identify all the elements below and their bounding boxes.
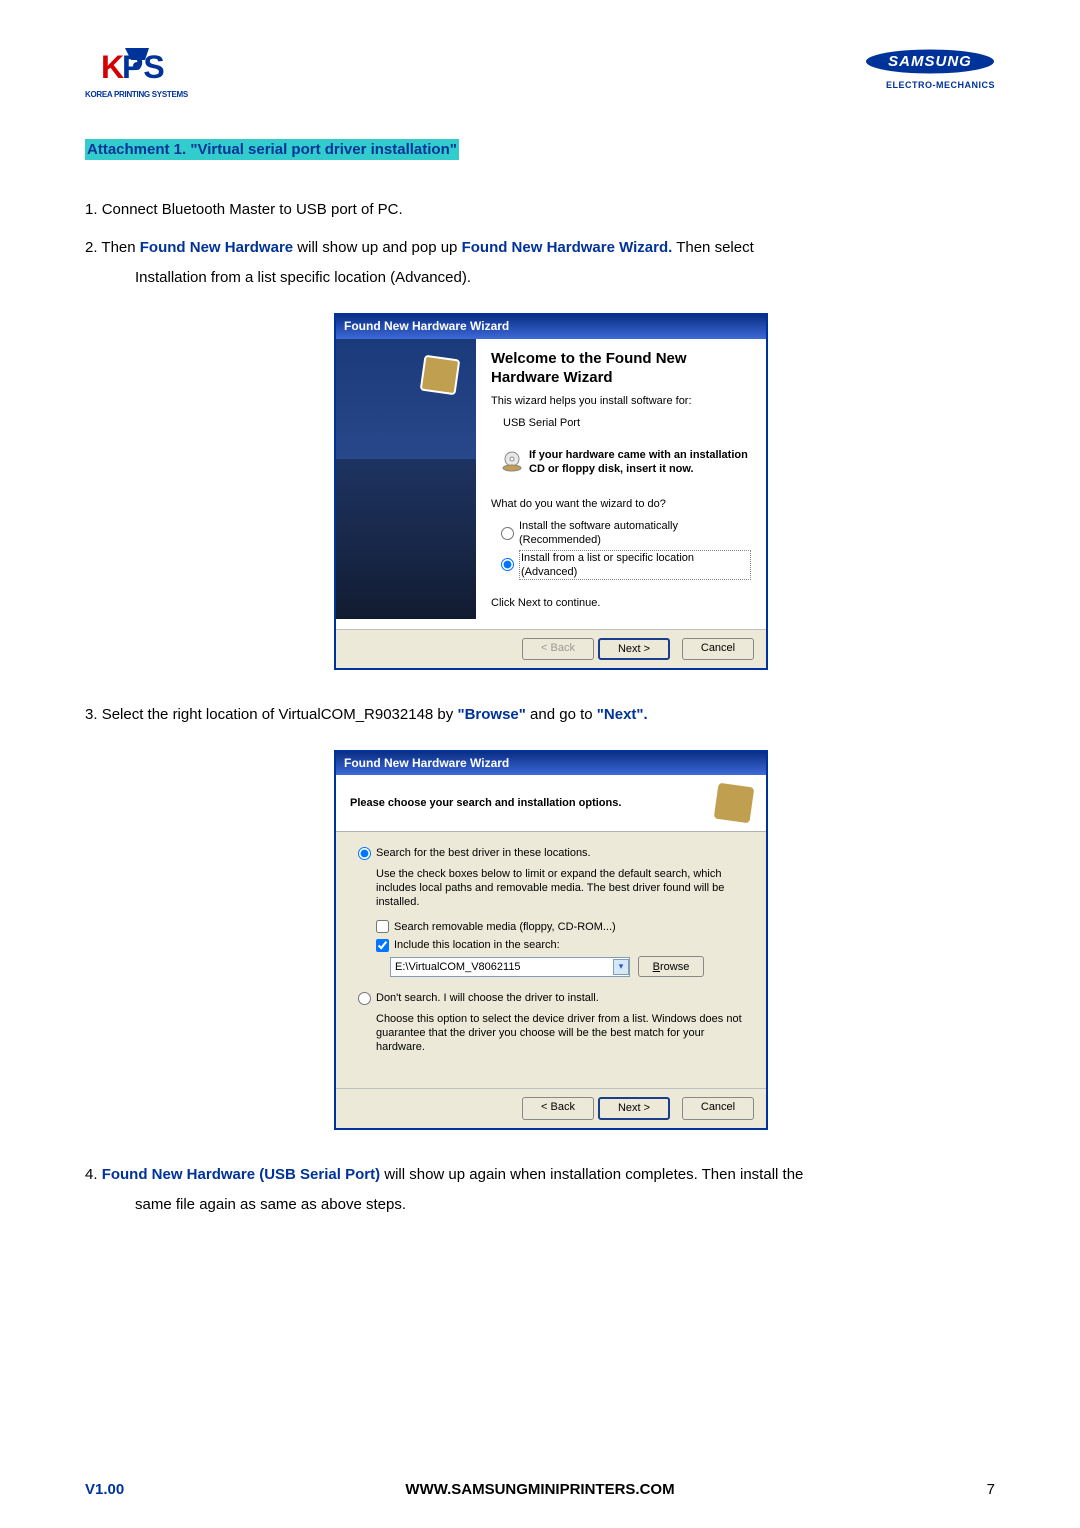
wizard-2-chip-icon	[714, 783, 755, 824]
wizard-1-helps-text: This wizard helps you install software f…	[491, 394, 751, 408]
step-4: 4. Found New Hardware (USB Serial Port) …	[85, 1160, 995, 1220]
wizard-1-device-name: USB Serial Port	[491, 416, 751, 430]
step-1: 1. Connect Bluetooth Master to USB port …	[85, 195, 995, 225]
radio-advanced-input[interactable]	[501, 558, 514, 571]
wizard-2-browse-button[interactable]: Browse	[638, 956, 704, 977]
samsung-logo: SAMSUNG ELECTRO-MECHANICS	[865, 49, 995, 90]
wizard-1-cd-note: If your hardware came with an installati…	[491, 448, 751, 477]
step-3: 3. Select the right location of VirtualC…	[85, 700, 995, 1130]
wizard-2-check-include[interactable]: Include this location in the search:	[358, 938, 744, 952]
wizard-2: Found New Hardware Wizard Please choose …	[334, 750, 768, 1130]
wizard-2-cancel-button[interactable]: Cancel	[682, 1097, 754, 1119]
wizard-1-radio-advanced[interactable]: Install from a list or specific location…	[491, 550, 751, 581]
wizard-2-search-desc: Use the check boxes below to limit or ex…	[358, 867, 744, 910]
wizard-1-question: What do you want the wizard to do?	[491, 497, 751, 511]
wizard-2-dont-desc: Choose this option to select the device …	[358, 1012, 744, 1055]
cd-icon	[501, 450, 523, 472]
wizard-2-radio-dont-search[interactable]: Don't search. I will choose the driver t…	[358, 991, 744, 1005]
kps-logo: K PS KOREA PRINTING SYSTEMS	[85, 40, 188, 99]
radio-search-input[interactable]	[358, 847, 371, 860]
wizard-1-heading: Welcome to the Found New Hardware Wizard	[491, 349, 751, 388]
page-footer: V1.00 WWW.SAMSUNGMINIPRINTERS.COM 7	[85, 1481, 995, 1498]
wizard-1-click-next: Click Next to continue.	[491, 596, 751, 610]
version-text: V1.00	[85, 1481, 124, 1498]
checkbox-media[interactable]	[376, 920, 389, 933]
wizard-1-radio-auto[interactable]: Install the software automatically (Reco…	[491, 519, 751, 548]
wizard-1-title: Found New Hardware Wizard	[336, 315, 766, 339]
wizard-2-header-text: Please choose your search and installati…	[350, 796, 621, 810]
wizard-1-back-button: < Back	[522, 638, 594, 660]
wizard-1-next-button[interactable]: Next >	[598, 638, 670, 660]
attachment-title: Attachment 1. "Virtual serial port drive…	[85, 139, 459, 160]
kps-logo-text: KOREA PRINTING SYSTEMS	[85, 90, 188, 99]
wizard-2-path-input[interactable]	[390, 957, 630, 977]
samsung-logo-icon: SAMSUNG	[865, 49, 995, 74]
wizard-1: Found New Hardware Wizard Welcome to the…	[334, 313, 768, 670]
wizard-2-title: Found New Hardware Wizard	[336, 752, 766, 776]
wizard-1-sidebar-image	[336, 339, 476, 619]
footer-url: WWW.SAMSUNGMINIPRINTERS.COM	[405, 1481, 674, 1498]
page-number: 7	[987, 1481, 995, 1498]
wizard-1-cancel-button[interactable]: Cancel	[682, 638, 754, 660]
wizard-2-check-media[interactable]: Search removable media (floppy, CD-ROM..…	[358, 920, 744, 934]
wizard-2-radio-search[interactable]: Search for the best driver in these loca…	[358, 846, 744, 860]
dropdown-icon[interactable]: ▾	[613, 959, 629, 975]
page-header: K PS KOREA PRINTING SYSTEMS SAMSUNG ELEC…	[85, 40, 995, 99]
svg-text:K: K	[101, 49, 124, 85]
kps-logo-icon: K PS	[101, 40, 171, 90]
checkbox-include[interactable]	[376, 939, 389, 952]
radio-auto-input[interactable]	[501, 527, 514, 540]
samsung-sub-text: ELECTRO-MECHANICS	[865, 80, 995, 90]
wizard-2-back-button[interactable]: < Back	[522, 1097, 594, 1119]
step-2: 2. Then Found New Hardware will show up …	[85, 233, 995, 670]
wizard-2-next-button[interactable]: Next >	[598, 1097, 670, 1119]
radio-dont-search-input[interactable]	[358, 992, 371, 1005]
svg-text:SAMSUNG: SAMSUNG	[888, 53, 972, 70]
content: 1. Connect Bluetooth Master to USB port …	[85, 195, 995, 1220]
